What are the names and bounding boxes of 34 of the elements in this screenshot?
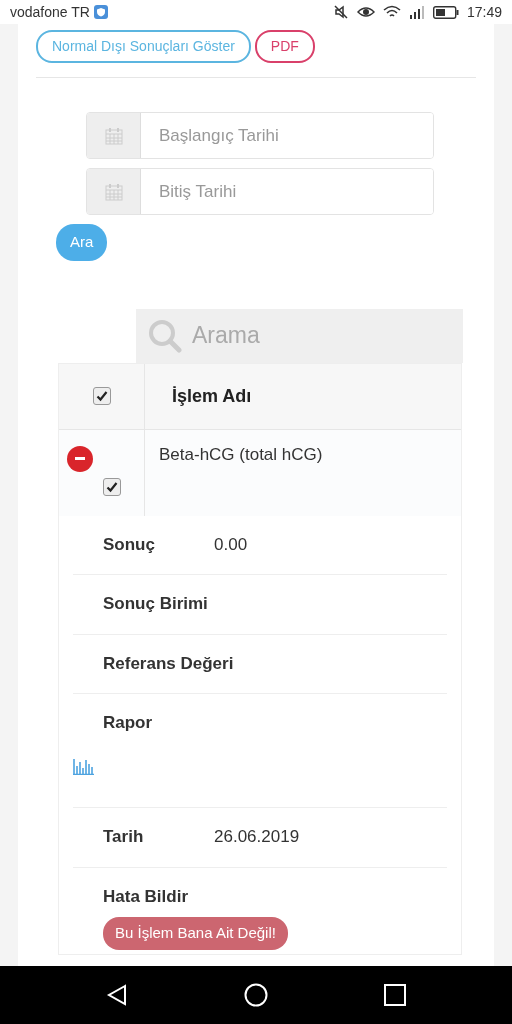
column-header: İşlem Adı (171, 384, 252, 408)
search-button[interactable]: Ara (56, 224, 108, 261)
shield-icon (93, 5, 108, 19)
back-icon[interactable] (106, 984, 128, 1006)
procedure-name: Beta-hCG (total hCG) (158, 443, 323, 466)
signal-icon (408, 5, 425, 19)
clock-time: 17:49 (466, 2, 502, 22)
detail-label: Sonuç Birimi (103, 593, 209, 615)
detail-label: Referans Değeri (103, 652, 234, 675)
home-icon[interactable] (244, 983, 268, 1007)
detail-label: Sonuç (103, 533, 156, 556)
recents-icon[interactable] (384, 984, 406, 1006)
pdf-button[interactable]: PDF (254, 30, 315, 63)
wifi-icon (382, 5, 401, 19)
report-error-button[interactable]: Bu İşlem Bana Ait Değil! (103, 917, 288, 950)
calendar-icon (104, 182, 123, 201)
detail-label: Tarih (103, 826, 145, 848)
detail-label: Hata Bildir (103, 885, 190, 908)
mute-icon (332, 4, 349, 20)
checkbox[interactable] (103, 477, 121, 496)
detail-value: 0.00 (214, 533, 248, 556)
carrier-name: vodafone TR (10, 2, 90, 22)
search-field[interactable]: Arama (136, 308, 463, 363)
search-icon (148, 318, 182, 353)
battery-icon (432, 5, 459, 19)
date-field[interactable]: Başlangıç Tarihi (86, 112, 434, 159)
date-field[interactable]: Bitiş Tarihi (86, 168, 434, 215)
collapse-icon[interactable] (67, 445, 93, 472)
calendar-icon (104, 126, 123, 145)
checkbox[interactable] (92, 387, 111, 405)
eye-icon (356, 5, 375, 19)
detail-value: 26.06.2019 (214, 826, 300, 848)
filter-button[interactable]: Normal Dışı Sonuçları Göster (36, 30, 251, 63)
detail-label: Rapor (103, 712, 154, 734)
